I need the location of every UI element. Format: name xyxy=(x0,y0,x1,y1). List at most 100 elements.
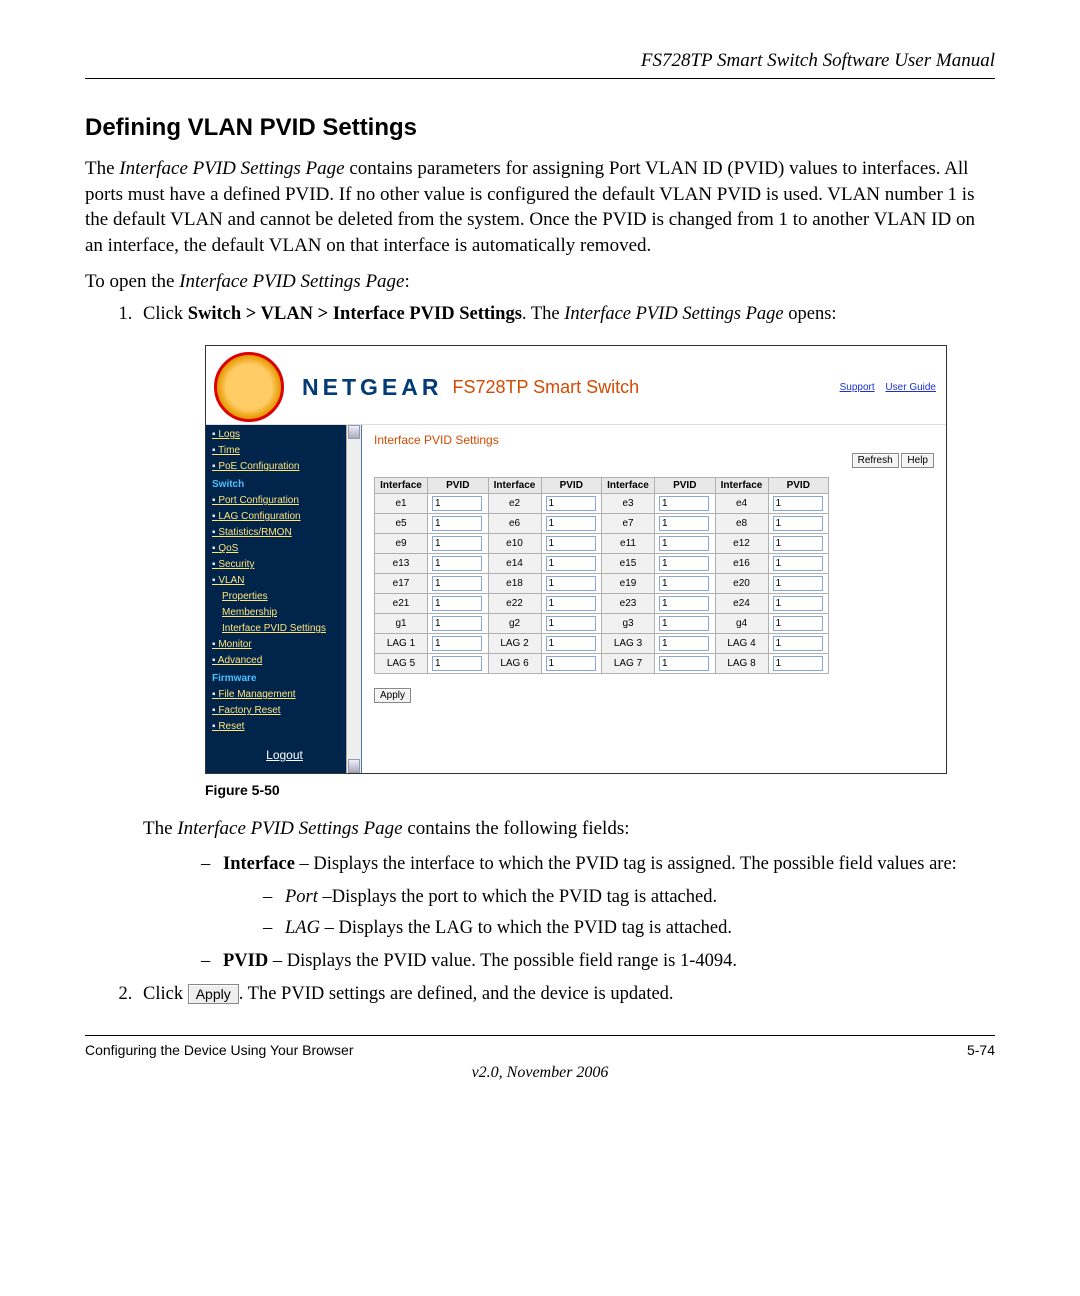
pvid-input[interactable] xyxy=(773,516,823,531)
user-guide-link[interactable]: User Guide xyxy=(885,382,936,393)
pvid-input[interactable] xyxy=(659,596,709,611)
sidebar-item-interface-pvid[interactable]: Interface PVID Settings xyxy=(222,621,357,637)
section-heading: Defining VLAN PVID Settings xyxy=(85,114,995,142)
pvid-cell xyxy=(428,534,489,554)
open-instruction: To open the Interface PVID Settings Page… xyxy=(85,269,995,295)
pvid-input[interactable] xyxy=(546,616,596,631)
interface-cell: e9 xyxy=(375,534,428,554)
sidebar-scrollbar[interactable] xyxy=(346,425,361,773)
pvid-input[interactable] xyxy=(546,596,596,611)
interface-cell: e15 xyxy=(602,554,655,574)
pvid-input[interactable] xyxy=(432,636,482,651)
col-pvid: PVID xyxy=(541,478,602,494)
pvid-input[interactable] xyxy=(546,496,596,511)
pvid-input[interactable] xyxy=(546,656,596,671)
refresh-button[interactable]: Refresh xyxy=(852,453,899,468)
interface-cell: e2 xyxy=(488,494,541,514)
pvid-cell xyxy=(541,614,602,634)
footer-left: Configuring the Device Using Your Browse… xyxy=(85,1042,353,1058)
doc-header: FS728TP Smart Switch Software User Manua… xyxy=(85,50,995,79)
pvid-input[interactable] xyxy=(659,576,709,591)
pvid-input[interactable] xyxy=(546,556,596,571)
pvid-cell xyxy=(541,534,602,554)
pvid-input[interactable] xyxy=(432,596,482,611)
pvid-input[interactable] xyxy=(773,616,823,631)
interface-cell: LAG 7 xyxy=(602,654,655,674)
sidebar-item-monitor[interactable]: Monitor xyxy=(212,637,357,653)
sidebar-logout[interactable]: Logout xyxy=(212,747,357,763)
pvid-table: Interface PVID Interface PVID Interface … xyxy=(374,477,829,674)
sidebar-item-properties[interactable]: Properties xyxy=(222,589,357,605)
sidebar-item-advanced[interactable]: Advanced xyxy=(212,653,357,669)
pvid-input[interactable] xyxy=(432,536,482,551)
sidebar: Logs Time PoE Configuration Switch Port … xyxy=(206,425,362,773)
interface-cell: e7 xyxy=(602,514,655,534)
pvid-input[interactable] xyxy=(773,496,823,511)
sidebar-item-vlan[interactable]: VLAN xyxy=(212,573,357,589)
interface-cell: e13 xyxy=(375,554,428,574)
sidebar-item-stats[interactable]: Statistics/RMON xyxy=(212,525,357,541)
pvid-cell xyxy=(655,494,716,514)
pvid-input[interactable] xyxy=(659,636,709,651)
pvid-input[interactable] xyxy=(432,576,482,591)
sidebar-cat-switch[interactable]: Switch xyxy=(212,477,357,493)
pvid-input[interactable] xyxy=(432,516,482,531)
screenshot-main: Interface PVID Settings Refresh Help Int… xyxy=(362,425,946,773)
sidebar-item-qos[interactable]: QoS xyxy=(212,541,357,557)
sidebar-item-port-config[interactable]: Port Configuration xyxy=(212,493,357,509)
pvid-cell xyxy=(541,554,602,574)
pvid-input[interactable] xyxy=(432,556,482,571)
pvid-input[interactable] xyxy=(659,536,709,551)
help-button[interactable]: Help xyxy=(901,453,934,468)
scroll-up-icon[interactable] xyxy=(348,425,360,439)
scroll-down-icon[interactable] xyxy=(348,759,360,773)
apply-button[interactable]: Apply xyxy=(374,688,411,703)
pvid-input[interactable] xyxy=(546,516,596,531)
sidebar-item-logs[interactable]: Logs xyxy=(212,427,357,443)
pvid-input[interactable] xyxy=(773,556,823,571)
pvid-input[interactable] xyxy=(773,536,823,551)
pvid-cell xyxy=(428,494,489,514)
pvid-cell xyxy=(655,594,716,614)
pvid-input[interactable] xyxy=(659,656,709,671)
pvid-input[interactable] xyxy=(432,656,482,671)
interface-cell: g4 xyxy=(715,614,768,634)
pvid-input[interactable] xyxy=(773,636,823,651)
interface-cell: e17 xyxy=(375,574,428,594)
sidebar-item-factory-reset[interactable]: Factory Reset xyxy=(212,703,357,719)
sidebar-item-membership[interactable]: Membership xyxy=(222,605,357,621)
pvid-input[interactable] xyxy=(432,496,482,511)
pvid-cell xyxy=(428,594,489,614)
sidebar-item-file-mgmt[interactable]: File Management xyxy=(212,687,357,703)
screenshot-header: NETGEAR FS728TP Smart Switch Support Use… xyxy=(206,346,946,425)
pvid-input[interactable] xyxy=(546,576,596,591)
step-2: Click Apply. The PVID settings are defin… xyxy=(137,984,995,1005)
pvid-input[interactable] xyxy=(659,556,709,571)
interface-cell: e4 xyxy=(715,494,768,514)
sidebar-item-security[interactable]: Security xyxy=(212,557,357,573)
pvid-input[interactable] xyxy=(773,656,823,671)
sidebar-item-poe[interactable]: PoE Configuration xyxy=(212,459,357,475)
interface-cell: LAG 1 xyxy=(375,634,428,654)
sidebar-cat-firmware[interactable]: Firmware xyxy=(212,671,357,687)
pvid-cell xyxy=(541,574,602,594)
pvid-cell xyxy=(768,534,829,554)
pvid-input[interactable] xyxy=(659,516,709,531)
interface-cell: LAG 5 xyxy=(375,654,428,674)
sidebar-item-reset[interactable]: Reset xyxy=(212,719,357,735)
pvid-cell xyxy=(655,634,716,654)
support-link[interactable]: Support xyxy=(840,382,875,393)
sidebar-item-lag-config[interactable]: LAG Configuration xyxy=(212,509,357,525)
interface-cell: e8 xyxy=(715,514,768,534)
pvid-input[interactable] xyxy=(773,596,823,611)
pvid-input[interactable] xyxy=(659,496,709,511)
pvid-input[interactable] xyxy=(773,576,823,591)
screenshot-interface-pvid: NETGEAR FS728TP Smart Switch Support Use… xyxy=(205,345,947,774)
col-interface: Interface xyxy=(375,478,428,494)
pvid-cell xyxy=(655,534,716,554)
pvid-input[interactable] xyxy=(432,616,482,631)
pvid-input[interactable] xyxy=(659,616,709,631)
sidebar-item-time[interactable]: Time xyxy=(212,443,357,459)
pvid-input[interactable] xyxy=(546,536,596,551)
pvid-input[interactable] xyxy=(546,636,596,651)
